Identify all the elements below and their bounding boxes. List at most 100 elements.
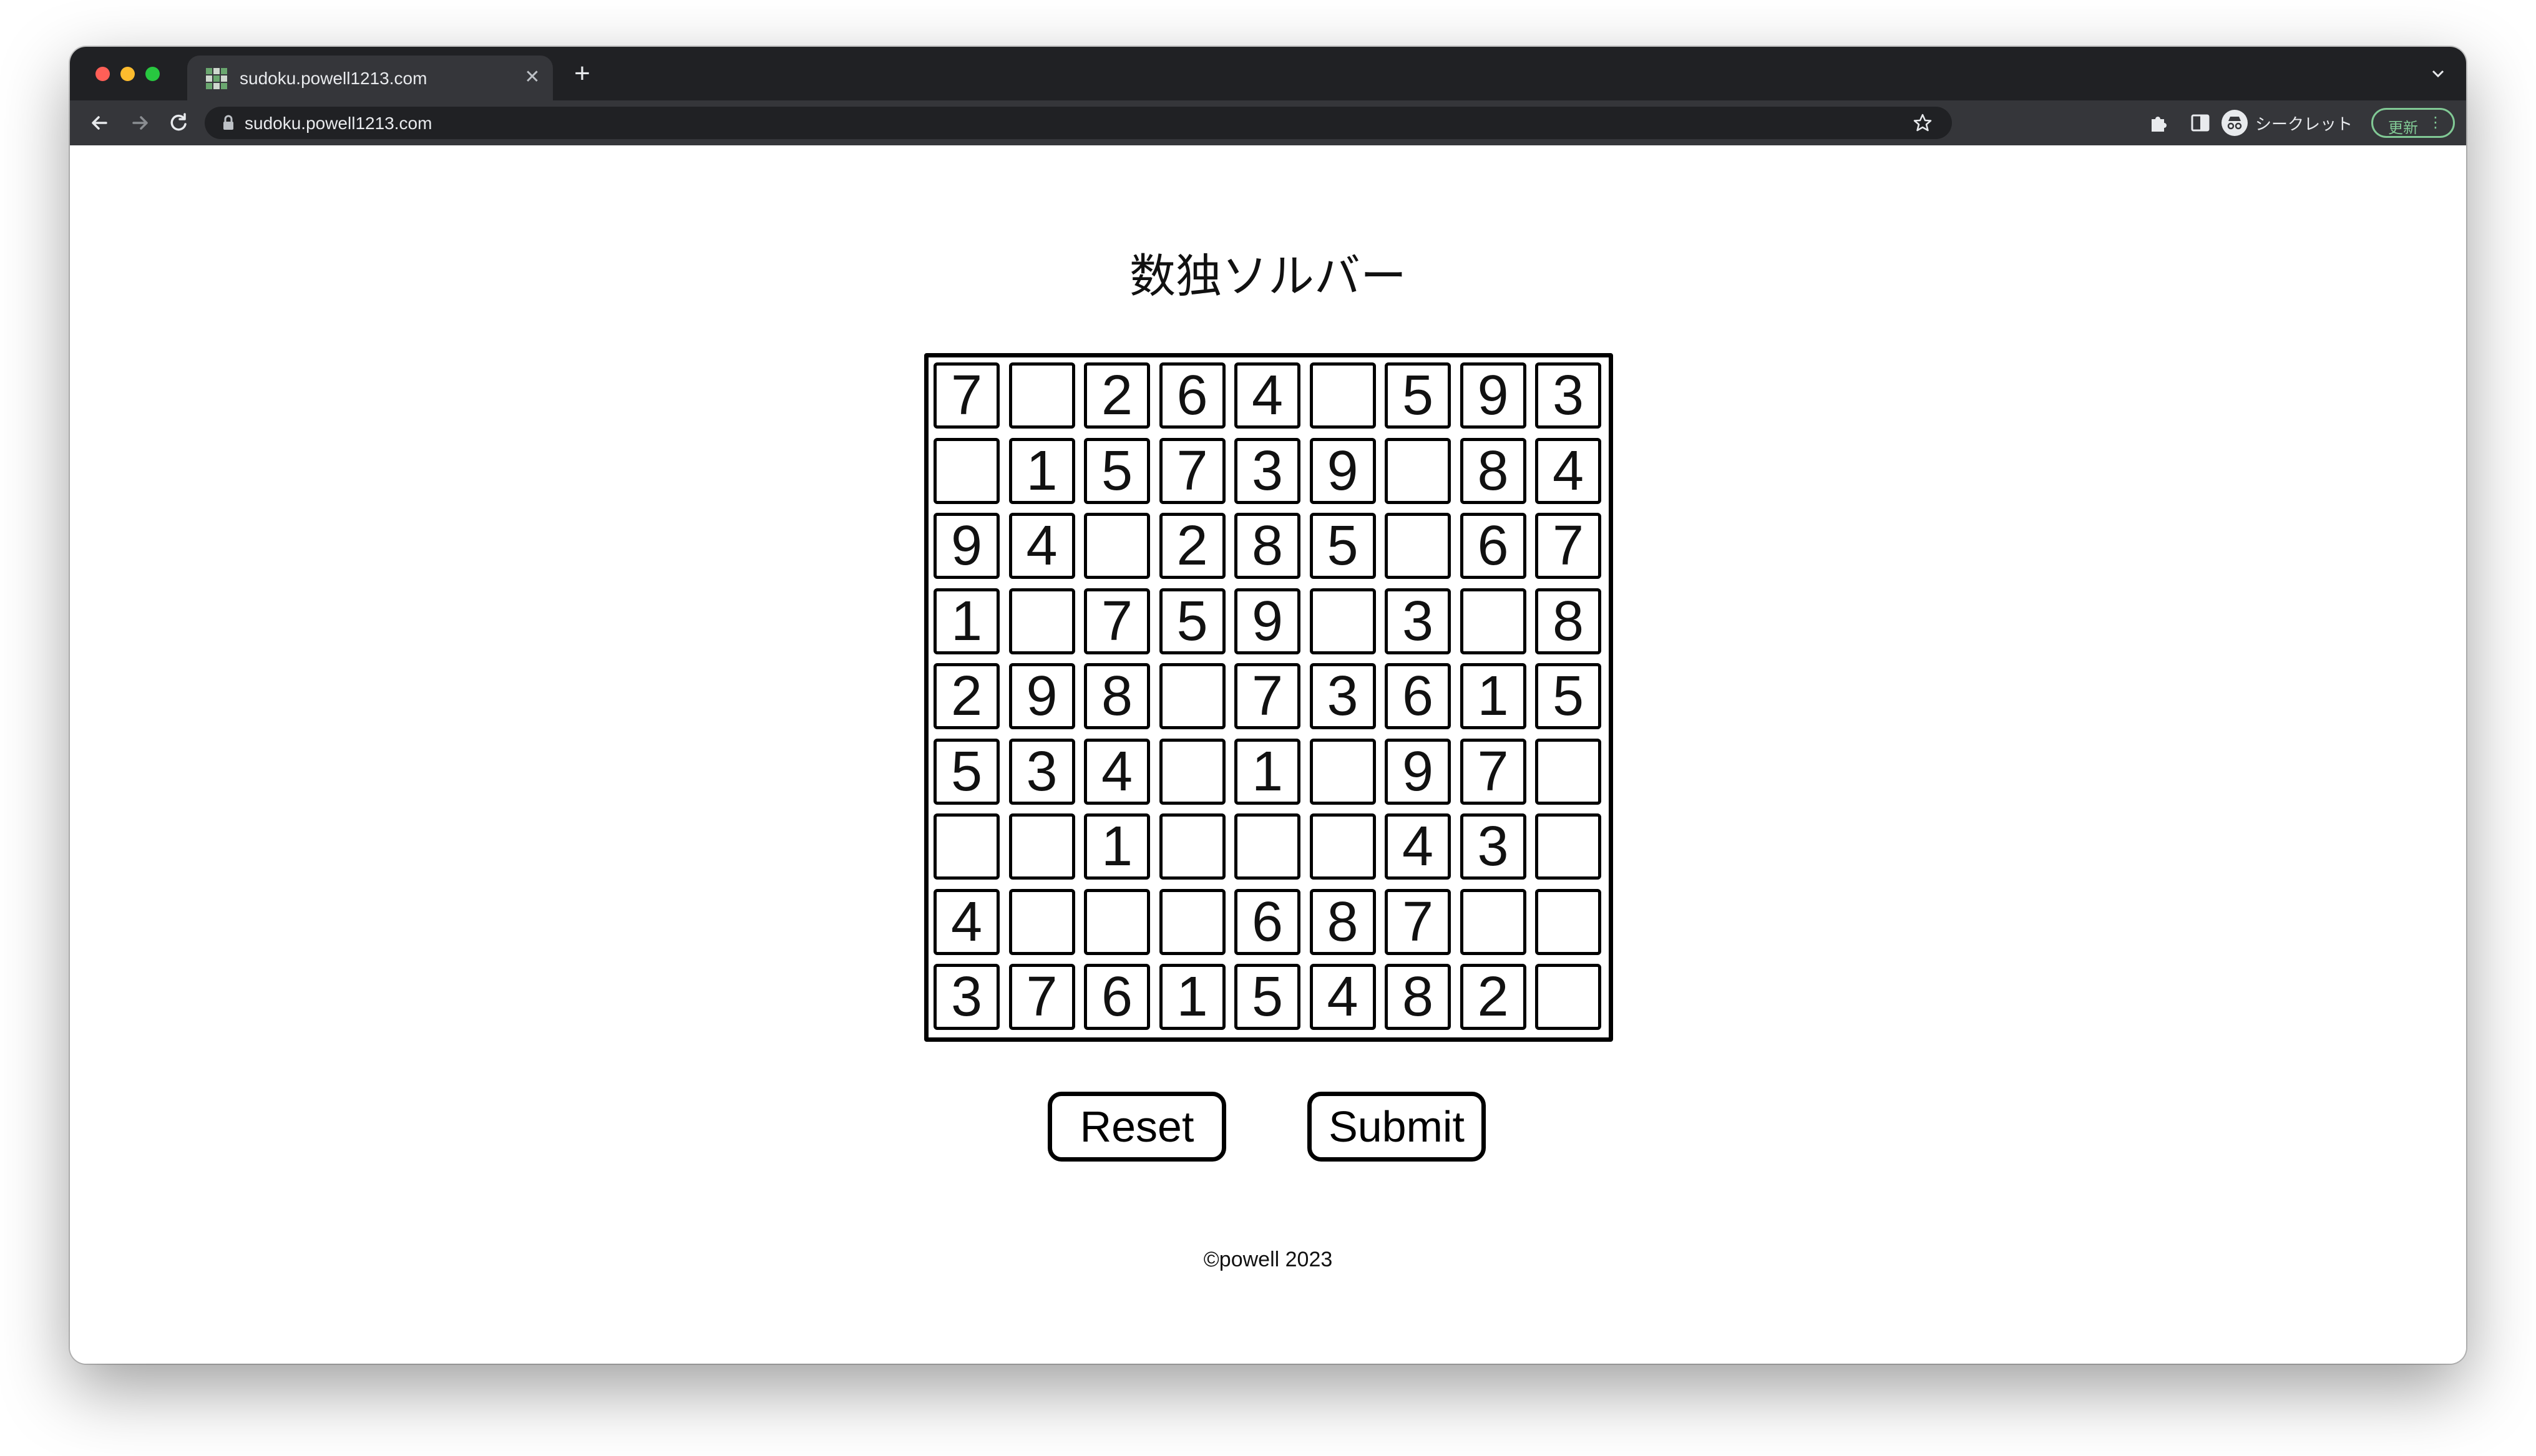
new-tab-icon[interactable]: + bbox=[568, 59, 597, 88]
sudoku-cell[interactable]: 9 bbox=[1460, 362, 1526, 429]
sudoku-cell[interactable] bbox=[934, 437, 1000, 504]
sudoku-cell[interactable] bbox=[1385, 437, 1451, 504]
sudoku-cell[interactable]: 7 bbox=[1159, 437, 1226, 504]
sudoku-cell[interactable] bbox=[934, 813, 1000, 880]
reset-button[interactable]: Reset bbox=[1048, 1092, 1226, 1162]
sudoku-cell[interactable]: 5 bbox=[1535, 663, 1601, 729]
sudoku-cell[interactable]: 5 bbox=[934, 738, 1000, 805]
tab-search-chevron-icon[interactable] bbox=[2429, 64, 2447, 83]
sudoku-cell[interactable]: 3 bbox=[1385, 588, 1451, 654]
side-panel-icon[interactable] bbox=[2188, 110, 2213, 135]
sudoku-cell[interactable]: 9 bbox=[1385, 738, 1451, 805]
sudoku-cell[interactable]: 6 bbox=[1159, 362, 1226, 429]
sudoku-cell[interactable] bbox=[1234, 813, 1300, 880]
sudoku-cell[interactable]: 3 bbox=[1008, 738, 1075, 805]
sudoku-cell[interactable] bbox=[1385, 513, 1451, 579]
sudoku-cell[interactable]: 3 bbox=[1309, 663, 1376, 729]
sudoku-cell[interactable]: 7 bbox=[1234, 663, 1300, 729]
sudoku-cell[interactable]: 6 bbox=[1234, 888, 1300, 955]
sudoku-cell[interactable]: 2 bbox=[934, 663, 1000, 729]
sudoku-cell[interactable]: 6 bbox=[1084, 964, 1150, 1030]
more-menu-icon[interactable]: ⋮ bbox=[2428, 114, 2443, 132]
sudoku-cell[interactable]: 2 bbox=[1084, 362, 1150, 429]
sudoku-cell[interactable]: 4 bbox=[1008, 513, 1075, 579]
sudoku-cell[interactable]: 5 bbox=[1309, 513, 1376, 579]
sudoku-cell[interactable]: 9 bbox=[1008, 663, 1075, 729]
sudoku-cell[interactable]: 8 bbox=[1535, 588, 1601, 654]
back-arrow-icon[interactable] bbox=[86, 109, 114, 137]
sudoku-cell[interactable] bbox=[1535, 813, 1601, 880]
sudoku-cell[interactable]: 5 bbox=[1159, 588, 1226, 654]
incognito-profile-button[interactable]: シークレット bbox=[2221, 109, 2353, 137]
sudoku-cell[interactable]: 6 bbox=[1385, 663, 1451, 729]
sudoku-cell[interactable]: 1 bbox=[1159, 964, 1226, 1030]
sudoku-cell[interactable] bbox=[1159, 738, 1226, 805]
sudoku-cell[interactable] bbox=[1084, 513, 1150, 579]
sudoku-cell[interactable] bbox=[1159, 813, 1226, 880]
sudoku-cell[interactable]: 5 bbox=[1385, 362, 1451, 429]
sudoku-cell[interactable]: 4 bbox=[1309, 964, 1376, 1030]
sudoku-cell[interactable] bbox=[1084, 888, 1150, 955]
sudoku-cell[interactable]: 3 bbox=[934, 964, 1000, 1030]
sudoku-cell[interactable]: 8 bbox=[1234, 513, 1300, 579]
sudoku-cell[interactable]: 4 bbox=[1084, 738, 1150, 805]
sudoku-cell[interactable]: 2 bbox=[1159, 513, 1226, 579]
sudoku-cell[interactable]: 4 bbox=[1385, 813, 1451, 880]
sudoku-cell[interactable]: 7 bbox=[1535, 513, 1601, 579]
sudoku-cell[interactable]: 7 bbox=[934, 362, 1000, 429]
sudoku-cell[interactable]: 1 bbox=[1084, 813, 1150, 880]
sudoku-cell[interactable]: 9 bbox=[934, 513, 1000, 579]
sudoku-cell[interactable] bbox=[1535, 738, 1601, 805]
maximize-window-button[interactable] bbox=[145, 67, 160, 81]
sudoku-cell[interactable]: 8 bbox=[1460, 437, 1526, 504]
update-button[interactable]: 更新 ⋮ bbox=[2371, 108, 2455, 138]
sudoku-cell[interactable] bbox=[1309, 813, 1376, 880]
forward-arrow-icon[interactable] bbox=[126, 109, 154, 137]
sudoku-cell[interactable]: 4 bbox=[1535, 437, 1601, 504]
sudoku-cell[interactable]: 3 bbox=[1460, 813, 1526, 880]
sudoku-cell[interactable]: 1 bbox=[1234, 738, 1300, 805]
minimize-window-button[interactable] bbox=[120, 67, 135, 81]
address-bar[interactable]: sudoku.powell1213.com bbox=[205, 107, 1952, 139]
sudoku-cell[interactable]: 4 bbox=[1234, 362, 1300, 429]
sudoku-cell[interactable]: 8 bbox=[1385, 964, 1451, 1030]
sudoku-cell[interactable]: 9 bbox=[1309, 437, 1376, 504]
sudoku-cell[interactable]: 7 bbox=[1008, 964, 1075, 1030]
sudoku-cell[interactable]: 2 bbox=[1460, 964, 1526, 1030]
close-tab-icon[interactable]: ✕ bbox=[522, 67, 543, 88]
sudoku-cell[interactable] bbox=[1159, 663, 1226, 729]
sudoku-cell[interactable]: 3 bbox=[1234, 437, 1300, 504]
bookmark-star-icon[interactable] bbox=[1912, 112, 1933, 133]
sudoku-cell[interactable] bbox=[1535, 888, 1601, 955]
sudoku-cell[interactable] bbox=[1460, 588, 1526, 654]
extensions-puzzle-icon[interactable] bbox=[2147, 110, 2172, 135]
sudoku-cell[interactable]: 5 bbox=[1084, 437, 1150, 504]
sudoku-cell[interactable]: 3 bbox=[1535, 362, 1601, 429]
sudoku-cell[interactable]: 1 bbox=[1460, 663, 1526, 729]
sudoku-cell[interactable] bbox=[1309, 362, 1376, 429]
tab-sudoku[interactable]: sudoku.powell1213.com ✕ bbox=[187, 56, 553, 100]
submit-button[interactable]: Submit bbox=[1307, 1092, 1486, 1162]
url-text[interactable]: sudoku.powell1213.com bbox=[245, 114, 432, 133]
sudoku-cell[interactable]: 6 bbox=[1460, 513, 1526, 579]
sudoku-cell[interactable] bbox=[1008, 588, 1075, 654]
sudoku-cell[interactable] bbox=[1159, 888, 1226, 955]
sudoku-cell[interactable]: 4 bbox=[934, 888, 1000, 955]
sudoku-cell[interactable]: 8 bbox=[1084, 663, 1150, 729]
sudoku-cell[interactable] bbox=[1008, 362, 1075, 429]
sudoku-cell[interactable]: 1 bbox=[1008, 437, 1075, 504]
sudoku-cell[interactable]: 7 bbox=[1084, 588, 1150, 654]
sudoku-cell[interactable] bbox=[1460, 888, 1526, 955]
sudoku-cell[interactable]: 5 bbox=[1234, 964, 1300, 1030]
sudoku-cell[interactable] bbox=[1008, 888, 1075, 955]
sudoku-cell[interactable]: 8 bbox=[1309, 888, 1376, 955]
sudoku-cell[interactable]: 7 bbox=[1385, 888, 1451, 955]
reload-icon[interactable] bbox=[165, 109, 192, 137]
lock-icon[interactable] bbox=[222, 115, 235, 131]
sudoku-cell[interactable] bbox=[1535, 964, 1601, 1030]
sudoku-cell[interactable] bbox=[1309, 588, 1376, 654]
sudoku-cell[interactable] bbox=[1008, 813, 1075, 880]
sudoku-cell[interactable]: 7 bbox=[1460, 738, 1526, 805]
close-window-button[interactable] bbox=[95, 67, 110, 81]
sudoku-cell[interactable]: 1 bbox=[934, 588, 1000, 654]
